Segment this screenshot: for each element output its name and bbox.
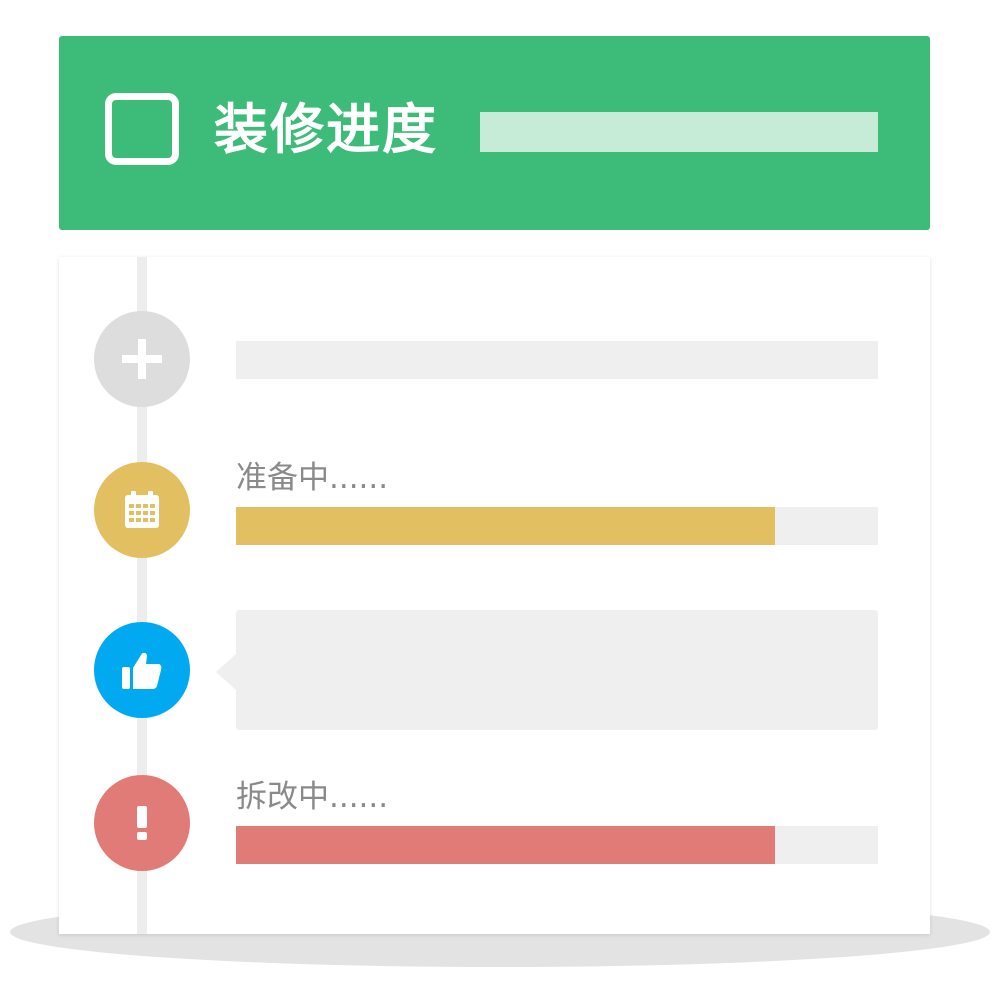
item-label-demolition: 拆改中...... <box>236 779 389 815</box>
bubble-tail <box>216 654 236 690</box>
title-placeholder-bar <box>480 112 878 152</box>
header-card: 装修进度 <box>59 36 930 230</box>
progress-fill-demolition <box>236 826 776 864</box>
placeholder-bar <box>236 341 878 379</box>
progress-track-prep <box>236 507 878 545</box>
exclamation-icon[interactable] <box>94 775 190 871</box>
timeline-panel: 准备中...... 拆改中...... <box>59 257 930 934</box>
calendar-icon[interactable] <box>94 462 190 558</box>
item-label-prep: 准备中...... <box>236 460 389 496</box>
page-title: 装修进度 <box>214 98 438 161</box>
progress-fill-prep <box>236 507 776 545</box>
plus-icon[interactable] <box>94 311 190 407</box>
checkbox-icon[interactable] <box>105 93 179 165</box>
progress-track-demolition <box>236 826 878 864</box>
thumbs-up-icon[interactable] <box>94 622 190 718</box>
comment-bubble <box>236 610 878 730</box>
